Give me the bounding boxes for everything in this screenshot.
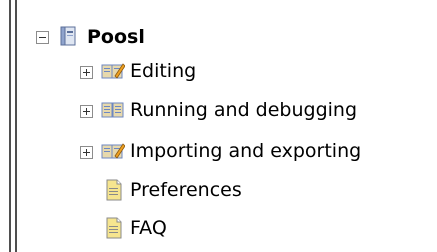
expand-toggle-icon[interactable]	[80, 146, 93, 159]
expand-toggle-icon[interactable]	[80, 105, 93, 118]
book-pencil-icon	[101, 61, 126, 85]
tree-item-editing[interactable]: Editing	[0, 54, 437, 88]
book-pencil-icon	[101, 141, 126, 165]
tree-item-label: Poosl	[87, 26, 145, 48]
tree-item-faq[interactable]: FAQ	[0, 211, 437, 245]
page-icon	[105, 179, 123, 205]
project-book-icon	[58, 25, 78, 51]
collapse-toggle-icon[interactable]	[36, 31, 49, 44]
tree-item-label: Editing	[130, 60, 197, 82]
book-open-icon	[101, 100, 125, 124]
tree-item-label: Preferences	[130, 179, 242, 201]
tree-item-label: Importing and exporting	[130, 140, 362, 162]
expand-toggle-icon[interactable]	[80, 66, 93, 79]
tree-item-preferences[interactable]: Preferences	[0, 173, 437, 207]
tree-item-running-and-debugging[interactable]: Running and debugging	[0, 93, 437, 127]
tree-item-importing-and-exporting[interactable]: Importing and exporting	[0, 134, 437, 168]
page-icon	[105, 217, 123, 243]
tree-item-poosl[interactable]: Poosl	[0, 20, 437, 54]
tree-item-label: FAQ	[130, 217, 167, 239]
tree-item-label: Running and debugging	[130, 99, 358, 121]
